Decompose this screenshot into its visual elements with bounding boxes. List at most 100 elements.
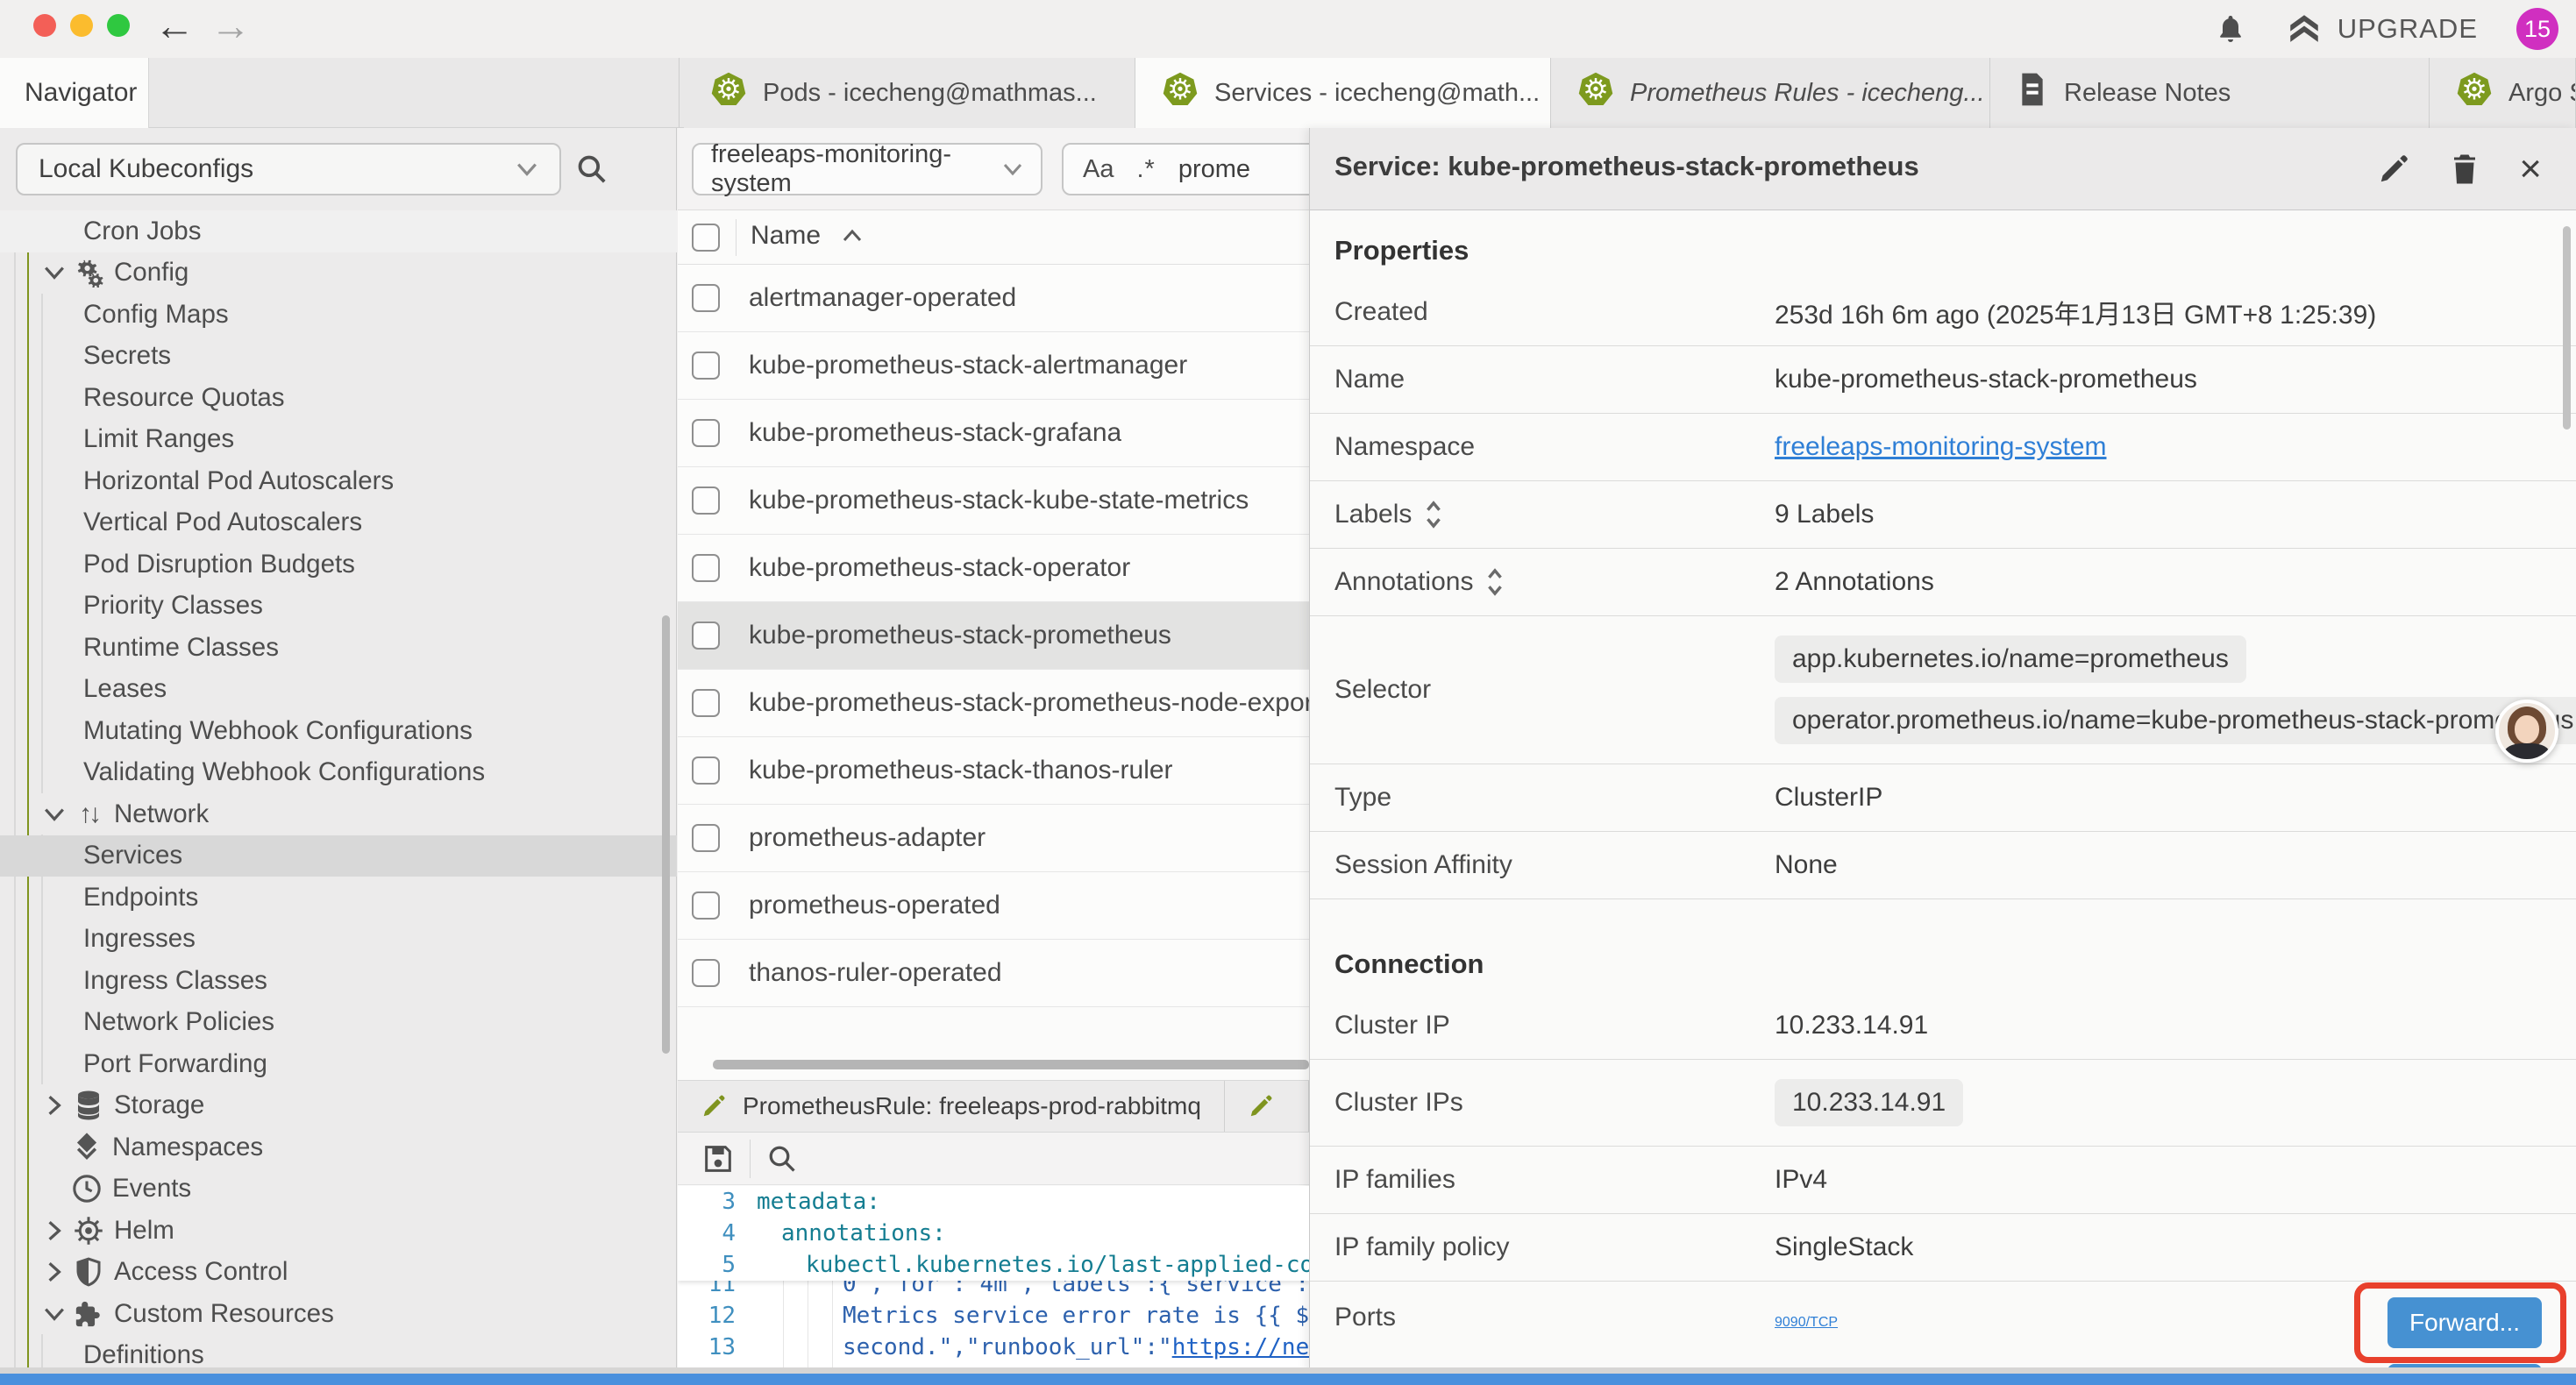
sidebar-item-services[interactable]: Services	[0, 835, 677, 877]
dock-tab-prometheusrule[interactable]: PrometheusRule: freeleaps-prod-rabbitmq	[678, 1081, 1225, 1132]
row-checkbox[interactable]	[692, 621, 720, 650]
tab-argo-se[interactable]: Argo Se	[2430, 58, 2576, 128]
yaml-editor[interactable]: 3metadata:4annotations:5kubectl.kubernet…	[678, 1186, 1309, 1373]
forward-arrow-icon[interactable]: →	[210, 2, 251, 49]
search-icon[interactable]	[575, 153, 608, 186]
sidebar-item-mutating-webhook-configurations[interactable]: Mutating Webhook Configurations	[0, 710, 677, 752]
sidebar-item-vertical-pod-autoscalers[interactable]: Vertical Pod Autoscalers	[0, 502, 677, 544]
row-checkbox[interactable]	[692, 689, 720, 717]
sidebar-item-storage[interactable]: Storage	[0, 1085, 677, 1127]
sort-updown-icon[interactable]	[1424, 500, 1443, 529]
filter-row: freeleaps-monitoring-system Aa .* prome	[678, 128, 1309, 210]
kubeconfig-selector[interactable]: Local Kubeconfigs	[16, 143, 561, 195]
sidebar-item-resource-quotas[interactable]: Resource Quotas	[0, 377, 677, 419]
sidebar-item-limit-ranges[interactable]: Limit Ranges	[0, 419, 677, 461]
window-close-button[interactable]	[33, 14, 56, 37]
sidebar-item-config[interactable]: Config	[0, 252, 677, 295]
sidebar-item-runtime-classes[interactable]: Runtime Classes	[0, 627, 677, 669]
namespace-selector[interactable]: freeleaps-monitoring-system	[692, 143, 1042, 195]
navigator-tab[interactable]: Navigator	[0, 58, 149, 128]
sidebar-item-port-forwarding[interactable]: Port Forwarding	[0, 1043, 677, 1085]
forward-button[interactable]: Forward...	[2387, 1297, 2542, 1348]
sidebar-item-label: Network Policies	[83, 1007, 274, 1037]
regex-toggle[interactable]: .*	[1136, 155, 1155, 184]
code-line: 4annotations:	[678, 1218, 1309, 1249]
sidebar-item-pod-disruption-budgets[interactable]: Pod Disruption Budgets	[0, 543, 677, 586]
chevron-right-icon	[39, 1219, 70, 1242]
table-row-prometheus-adapter[interactable]: prometheus-adapter	[678, 805, 1309, 872]
search-icon[interactable]	[766, 1143, 798, 1175]
sidebar-item-secrets[interactable]: Secrets	[0, 336, 677, 378]
namespace-link[interactable]: freeleaps-monitoring-system	[1775, 432, 2106, 461]
sidebar-item-custom-resources[interactable]: Custom Resources	[0, 1293, 677, 1335]
table-row-alertmanager-operated[interactable]: alertmanager-operated	[678, 265, 1309, 332]
sidebar-item-access-control[interactable]: Access Control	[0, 1252, 677, 1294]
select-all-checkbox[interactable]	[692, 224, 720, 252]
sidebar-item-label: Network	[114, 799, 209, 829]
row-checkbox[interactable]	[692, 756, 720, 785]
table-row-kube-prometheus-stack-grafana[interactable]: kube-prometheus-stack-grafana	[678, 400, 1309, 467]
close-icon[interactable]: ×	[2519, 150, 2542, 188]
row-checkbox[interactable]	[692, 352, 720, 380]
row-checkbox[interactable]	[692, 959, 720, 987]
tab-prometheus-rules-icecheng[interactable]: Prometheus Rules - icecheng...	[1551, 58, 1990, 128]
notification-badge[interactable]: 15	[2516, 8, 2558, 50]
sidebar-item-network[interactable]: ↑↓Network	[0, 793, 677, 835]
sidebar-item-ingress-classes[interactable]: Ingress Classes	[0, 960, 677, 1002]
search-input[interactable]: Aa .* prome	[1062, 143, 1309, 195]
horizontal-scrollbar[interactable]	[713, 1060, 1309, 1069]
code-line: 5kubectl.kubernetes.io/last-applied-con	[678, 1249, 1309, 1281]
table-row-thanos-ruler-operated[interactable]: thanos-ruler-operated	[678, 940, 1309, 1007]
match-case-toggle[interactable]: Aa	[1083, 155, 1114, 184]
editor-toolbar	[678, 1133, 1309, 1185]
table-row-kube-prometheus-stack-prometheus-node-expor[interactable]: kube-prometheus-stack-prometheus-node-ex…	[678, 670, 1309, 737]
back-arrow-icon[interactable]: ←	[154, 2, 195, 49]
sidebar-item-network-policies[interactable]: Network Policies	[0, 1002, 677, 1044]
line-number: 12	[678, 1303, 736, 1329]
window-titlebar: ← → UPGRADE 15	[0, 0, 2576, 58]
tab-release-notes[interactable]: Release Notes	[1990, 58, 2430, 128]
table-row-kube-prometheus-stack-prometheus[interactable]: kube-prometheus-stack-prometheus	[678, 602, 1309, 670]
sidebar-item-label: Validating Webhook Configurations	[83, 757, 485, 787]
bell-icon[interactable]	[2215, 12, 2246, 46]
table-row-kube-prometheus-stack-thanos-ruler[interactable]: kube-prometheus-stack-thanos-ruler	[678, 737, 1309, 805]
port-link[interactable]: 9090/TCP	[1775, 1315, 1838, 1331]
table-row-kube-prometheus-stack-kube-state-metrics[interactable]: kube-prometheus-stack-kube-state-metrics	[678, 467, 1309, 535]
user-avatar[interactable]	[2495, 700, 2558, 763]
table-row-kube-prometheus-stack-operator[interactable]: kube-prometheus-stack-operator	[678, 535, 1309, 602]
sidebar-item-endpoints[interactable]: Endpoints	[0, 877, 677, 919]
sort-updown-icon[interactable]	[1485, 567, 1505, 597]
table-row-kube-prometheus-stack-alertmanager[interactable]: kube-prometheus-stack-alertmanager	[678, 332, 1309, 400]
save-icon[interactable]	[701, 1141, 736, 1176]
sidebar-item-namespaces[interactable]: Namespaces	[0, 1126, 677, 1168]
sidebar-item-ingresses[interactable]: Ingresses	[0, 919, 677, 961]
row-checkbox[interactable]	[692, 487, 720, 515]
row-checkbox[interactable]	[692, 284, 720, 312]
tab-services-icecheng-math[interactable]: Services - icecheng@math...×	[1135, 58, 1551, 128]
window-maximize-button[interactable]	[107, 14, 130, 37]
sidebar-item-validating-webhook-configurations[interactable]: Validating Webhook Configurations	[0, 752, 677, 794]
upgrade-button[interactable]: UPGRADE	[2285, 11, 2478, 47]
sidebar-item-priority-classes[interactable]: Priority Classes	[0, 586, 677, 628]
row-checkbox[interactable]	[692, 891, 720, 920]
sidebar-item-config-maps[interactable]: Config Maps	[0, 294, 677, 336]
detail-scrollbar[interactable]	[2563, 226, 2571, 430]
row-checkbox[interactable]	[692, 824, 720, 852]
sidebar-scrollbar[interactable]	[662, 615, 670, 1054]
sidebar-item-cron-jobs[interactable]: Cron Jobs	[0, 210, 677, 252]
sidebar-item-events[interactable]: Events	[0, 1168, 677, 1211]
table-row-prometheus-operated[interactable]: prometheus-operated	[678, 872, 1309, 940]
row-checkbox[interactable]	[692, 419, 720, 447]
dock-tab-partial[interactable]	[1225, 1081, 1309, 1132]
detail-row-cluster-ips: Cluster IPs10.233.14.91	[1310, 1060, 2576, 1147]
name-column-header[interactable]: Name	[751, 221, 863, 251]
row-checkbox[interactable]	[692, 554, 720, 582]
sidebar-item-helm[interactable]: Helm	[0, 1210, 677, 1252]
window-minimize-button[interactable]	[70, 14, 93, 37]
delete-trash-icon[interactable]	[2449, 152, 2480, 187]
sidebar-item-horizontal-pod-autoscalers[interactable]: Horizontal Pod Autoscalers	[0, 460, 677, 502]
bottom-edge	[0, 1367, 2576, 1374]
edit-pencil-icon[interactable]	[2377, 153, 2410, 186]
tab-pods-icecheng-mathmas[interactable]: Pods - icecheng@mathmas...	[684, 58, 1135, 128]
sidebar-item-leases[interactable]: Leases	[0, 669, 677, 711]
